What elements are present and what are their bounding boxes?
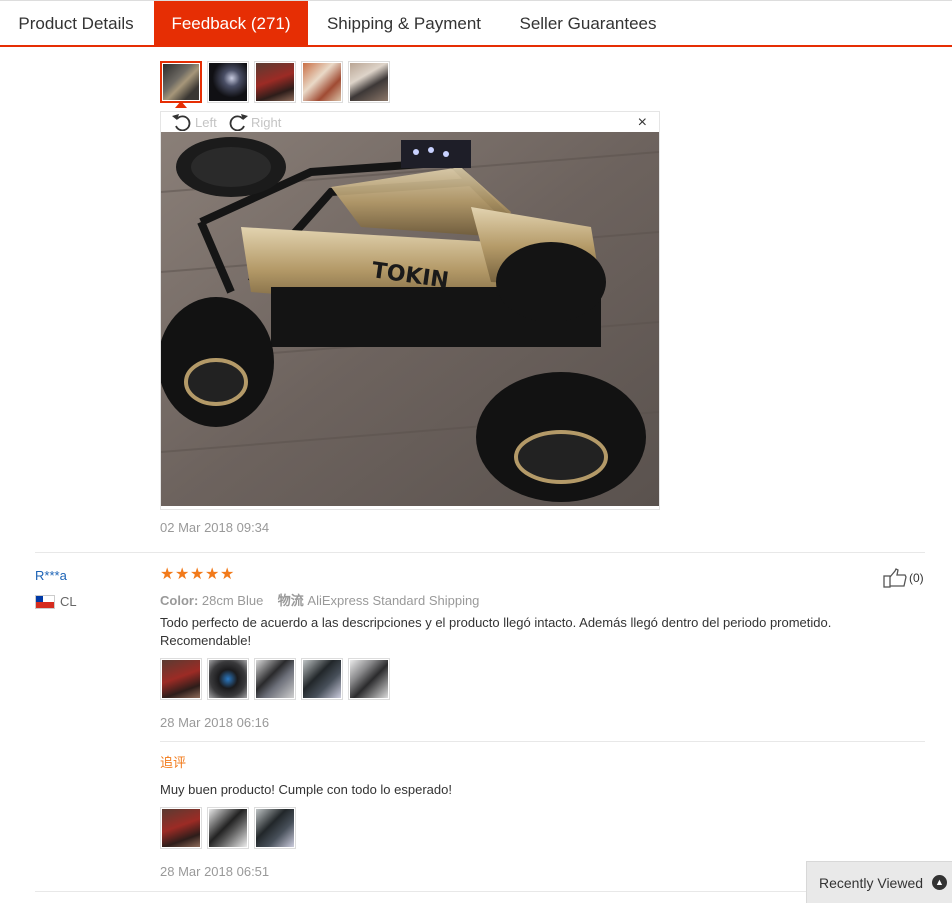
chevron-up-icon: ▲ xyxy=(932,875,947,890)
review-photo xyxy=(209,809,247,847)
shipping-label: 物流 xyxy=(277,593,304,608)
shipping-value: AliExpress Standard Shipping xyxy=(307,593,480,608)
review-date: 28 Mar 2018 06:16 xyxy=(160,715,270,730)
review-photo xyxy=(256,63,294,101)
helpful-count: (0) xyxy=(909,571,924,585)
star-rating: ★ ★ ★ ★ ★ xyxy=(160,566,235,583)
tab-product-details[interactable]: Product Details xyxy=(0,1,152,46)
review-photo xyxy=(163,64,199,100)
close-viewer-button[interactable]: × xyxy=(638,114,647,132)
review-photo xyxy=(350,660,388,698)
review-photo-thumb[interactable] xyxy=(254,61,296,103)
enlarged-photo: TOKIN xyxy=(161,132,659,506)
recently-viewed-button[interactable]: Recently Viewed ▲ xyxy=(806,861,952,903)
thumbs-up-icon xyxy=(883,568,907,588)
tab-shipping-payment[interactable]: Shipping & Payment xyxy=(310,1,498,46)
reviewer-country: CL xyxy=(35,594,77,609)
photo-viewer: Left Right × TOKIN xyxy=(160,111,660,510)
followup-text: Muy buen producto! Cumple con todo lo es… xyxy=(160,782,452,797)
reviewer-name[interactable]: R***a xyxy=(35,568,67,583)
review-text: Todo perfecto de acuerdo a las descripci… xyxy=(160,615,832,648)
divider xyxy=(35,891,925,892)
review-photo xyxy=(303,660,341,698)
country-code: CL xyxy=(60,594,77,609)
color-value: 28cm Blue xyxy=(201,593,264,608)
rotate-left-label: Left xyxy=(195,114,217,130)
rotate-left-icon xyxy=(172,114,191,131)
review-photo xyxy=(209,63,247,101)
star-icon: ★ xyxy=(160,566,175,583)
rotate-right-icon xyxy=(229,114,248,131)
review-photo-thumb[interactable] xyxy=(254,658,296,700)
review-photo-thumb[interactable] xyxy=(160,658,202,700)
review-photo xyxy=(209,660,247,698)
review-photo-thumb[interactable] xyxy=(301,658,343,700)
review-photo-thumb[interactable] xyxy=(348,61,390,103)
star-icon: ★ xyxy=(220,566,235,583)
followup-label: 追评 xyxy=(160,755,187,770)
review-photo xyxy=(256,660,294,698)
tab-feedback[interactable]: Feedback (271) xyxy=(154,1,308,46)
review-photo-thumb[interactable] xyxy=(160,61,202,103)
rotate-right-label: Right xyxy=(251,114,282,130)
review-photo-thumb[interactable] xyxy=(254,807,296,849)
review-photo xyxy=(303,63,341,101)
review-photo-thumb[interactable] xyxy=(160,807,202,849)
order-info: Color: 28cm Blue 物流 AliExpress Standard … xyxy=(160,590,479,609)
review-photo-thumb[interactable] xyxy=(301,61,343,103)
helpful-button[interactable]: (0) xyxy=(883,568,924,588)
rotate-right-button[interactable]: Right xyxy=(227,113,281,131)
followup-date: 28 Mar 2018 06:51 xyxy=(160,864,270,879)
review-date: 02 Mar 2018 09:34 xyxy=(160,520,270,535)
review-photo-thumb[interactable] xyxy=(207,658,249,700)
divider xyxy=(160,741,925,742)
review-photo-thumb[interactable] xyxy=(348,658,390,700)
chile-flag-icon xyxy=(35,594,55,609)
rotate-left-button[interactable]: Left xyxy=(171,113,217,131)
rc-truck-photo: TOKIN xyxy=(161,132,659,506)
divider xyxy=(35,552,925,553)
feedback-tabs: Product Details Feedback (271) Shipping … xyxy=(0,0,952,47)
review-photo xyxy=(256,809,294,847)
review-photo-thumb[interactable] xyxy=(207,807,249,849)
viewer-toolbar: Left Right × xyxy=(161,112,659,132)
selected-pointer xyxy=(175,101,187,108)
tab-seller-guarantees[interactable]: Seller Guarantees xyxy=(500,1,676,46)
recently-viewed-label: Recently Viewed xyxy=(819,874,924,891)
star-icon: ★ xyxy=(205,566,220,583)
color-label: Color: xyxy=(160,593,199,608)
star-icon: ★ xyxy=(175,566,190,583)
review-photo xyxy=(162,809,200,847)
review-photo xyxy=(350,63,388,101)
star-icon: ★ xyxy=(190,566,205,583)
review-photo xyxy=(162,660,200,698)
review-photo-thumb[interactable] xyxy=(207,61,249,103)
